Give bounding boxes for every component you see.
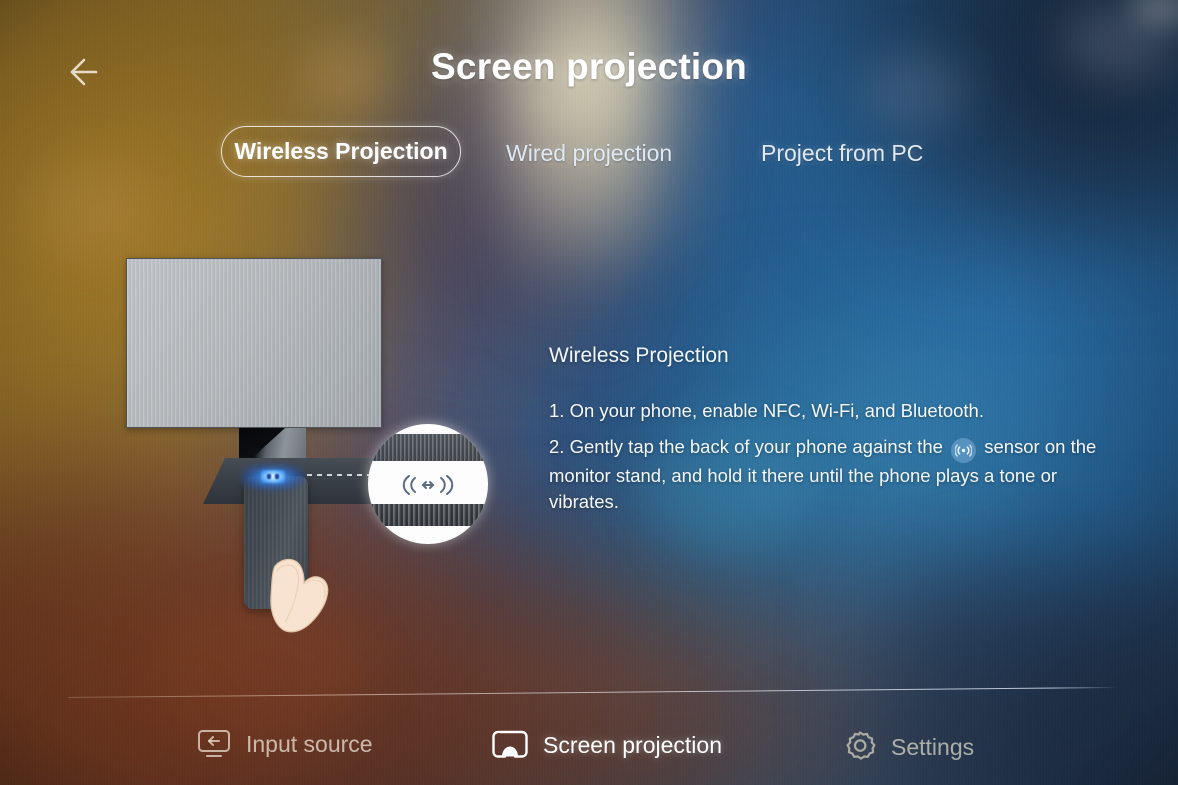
bottom-nav-input-source[interactable]: Input source xyxy=(196,728,373,760)
wireless-projection-illustration xyxy=(115,248,535,633)
nfc-waves-icon xyxy=(951,438,977,463)
magnifier-nfc-symbol xyxy=(368,474,488,496)
instruction-step-2: 2. Gently tap the back of your phone aga… xyxy=(549,434,1101,515)
instructions-panel: Wireless Projection 1. On your phone, en… xyxy=(549,344,1101,515)
gear-icon xyxy=(846,731,876,760)
monitor-screen xyxy=(126,258,382,428)
cast-screen-icon xyxy=(492,730,528,758)
nfc-icon xyxy=(402,475,454,495)
bottom-nav-settings[interactable]: Settings xyxy=(843,730,974,764)
tab-project-from-pc[interactable]: Project from PC xyxy=(761,140,923,167)
monitor-back-arrow-icon xyxy=(198,730,230,757)
magnifier-band-top xyxy=(368,434,488,461)
bottom-nav-label: Settings xyxy=(891,733,975,760)
bottom-divider xyxy=(67,686,1116,698)
tab-wired-projection[interactable]: Wired projection xyxy=(506,140,672,167)
magnifier-band-bottom xyxy=(368,504,488,526)
instruction-step-2-before: 2. Gently tap the back of your phone aga… xyxy=(549,436,943,457)
nfc-sensor-magnifier xyxy=(368,424,488,544)
bottom-nav-label: Screen projection xyxy=(543,731,722,758)
page-title: Screen projection xyxy=(431,46,747,87)
tab-wireless-projection[interactable]: Wireless Projection xyxy=(221,126,461,177)
instructions-heading: Wireless Projection xyxy=(549,344,729,367)
bottom-nav-bar: Input source Screen projection Settings xyxy=(0,716,1178,776)
instruction-step-1: 1. On your phone, enable NFC, Wi-Fi, and… xyxy=(549,400,984,421)
nfc-sensor-core xyxy=(261,470,285,483)
bottom-nav-screen-projection[interactable]: Screen projection xyxy=(491,728,722,762)
bottom-nav-label: Input source xyxy=(246,730,373,757)
hand-icon xyxy=(270,558,329,633)
